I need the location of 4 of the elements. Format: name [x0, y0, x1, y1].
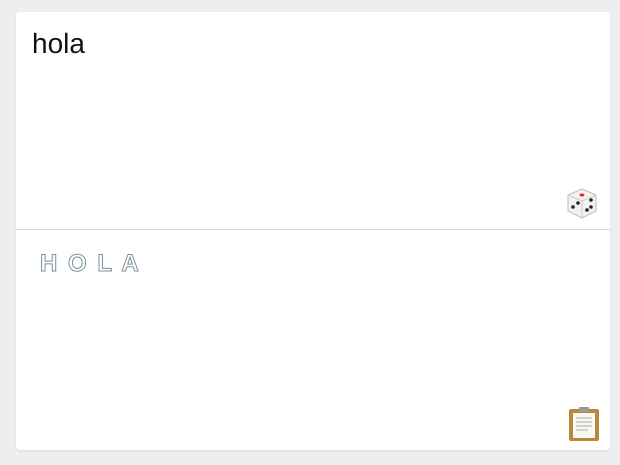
- copy-button[interactable]: [568, 406, 600, 442]
- input-field[interactable]: hola: [16, 12, 568, 104]
- outline-text-output: H O L A: [40, 250, 141, 278]
- clipboard-icon: [568, 406, 600, 442]
